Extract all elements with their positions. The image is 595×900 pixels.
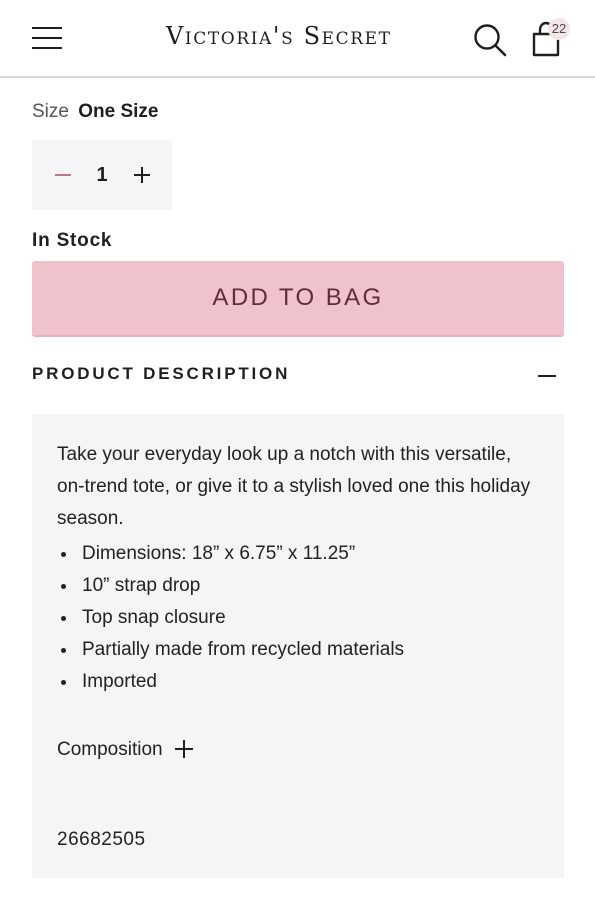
search-icon[interactable] [472, 22, 508, 58]
list-item: Top snap closure [57, 602, 537, 634]
brand-logo[interactable]: Victoria's Secret [166, 22, 436, 50]
minus-icon [55, 174, 71, 176]
product-description-toggle[interactable]: PRODUCT DESCRIPTION [32, 354, 564, 398]
composition-label: Composition [57, 739, 163, 760]
quantity-stepper: 1 [32, 140, 172, 210]
decrease-quantity-button[interactable] [50, 162, 76, 188]
bag-count-badge: 22 [548, 18, 570, 40]
list-item: 10” strap drop [57, 570, 537, 602]
product-sku: 26682505 [57, 829, 146, 850]
description-intro: Take your everyday look up a notch with … [57, 444, 531, 529]
composition-toggle[interactable]: Composition [57, 734, 194, 766]
feature-list: Dimensions: 18” x 6.75” x 11.25” 10” str… [57, 538, 537, 698]
collapse-minus-icon [538, 375, 556, 377]
size-label: Size [32, 101, 69, 122]
size-selector: Size One Size [32, 101, 159, 123]
list-item: Partially made from recycled materials [57, 634, 537, 666]
quantity-value[interactable]: 1 [88, 162, 116, 188]
list-item: Imported [57, 666, 537, 698]
expand-plus-icon [174, 738, 194, 758]
increase-quantity-button[interactable] [129, 162, 155, 188]
menu-line [32, 37, 62, 39]
menu-line [32, 27, 62, 29]
shopping-bag-button[interactable]: 22 [528, 18, 572, 58]
site-header: Victoria's Secret 22 [0, 0, 595, 78]
size-value: One Size [78, 101, 159, 122]
stock-status: In Stock [32, 230, 113, 251]
product-description-title: PRODUCT DESCRIPTION [32, 364, 291, 383]
product-description-panel: Take your everyday look up a notch with … [32, 414, 564, 878]
hamburger-menu-icon[interactable] [30, 24, 64, 52]
plus-icon [134, 167, 150, 183]
menu-line [32, 47, 62, 49]
list-item: Dimensions: 18” x 6.75” x 11.25” [57, 538, 537, 570]
add-to-bag-button[interactable]: ADD TO BAG [32, 261, 564, 337]
